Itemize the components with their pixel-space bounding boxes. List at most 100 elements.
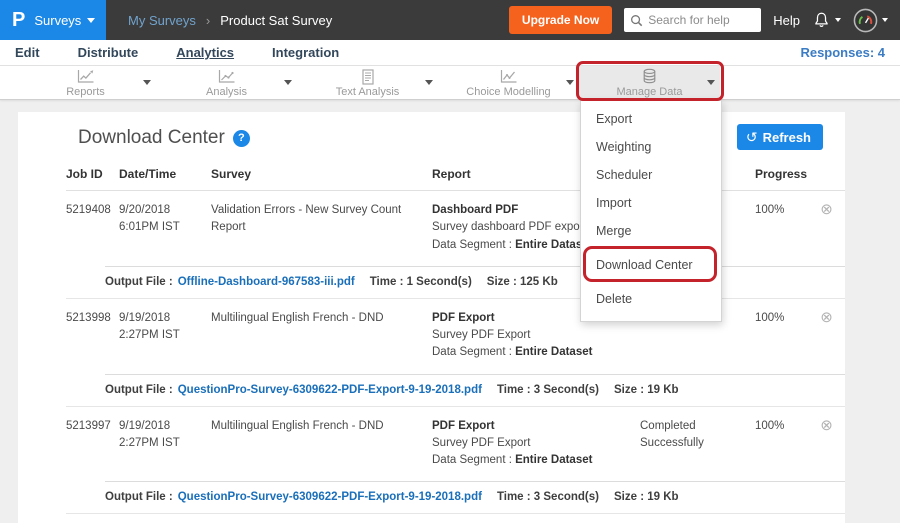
line-chart-icon [76, 69, 96, 85]
output-file-label: Output File : [105, 384, 173, 396]
document-chart-icon [360, 69, 376, 85]
output-file-link[interactable]: Offline-Dashboard-967583-iii.pdf [178, 276, 355, 288]
table-row-3: 5213997 9/19/2018 2:27PM IST Multilingua… [66, 407, 845, 515]
table-row-1: 5219408 9/20/2018 6:01PM IST Validation … [66, 191, 845, 299]
cell-progress: 100% [755, 202, 808, 254]
chevron-down-icon [425, 80, 433, 85]
tab-analytics[interactable]: Analytics [176, 45, 234, 60]
breadcrumb-my-surveys[interactable]: My Surveys [128, 13, 196, 28]
tab-integration[interactable]: Integration [272, 45, 339, 60]
report-desc: Survey PDF Export [432, 435, 630, 452]
chevron-down-icon [87, 18, 95, 23]
search-icon [630, 14, 643, 27]
cancel-job-icon[interactable]: ⊗ [820, 310, 833, 362]
page-title: Download Center ? [78, 127, 250, 149]
output-file-label: Output File : [105, 276, 173, 288]
col-date-time: Date/Time [119, 167, 211, 181]
surveys-menu-label: Surveys [34, 13, 81, 28]
cancel-job-icon[interactable]: ⊗ [820, 202, 833, 254]
responses-count[interactable]: Responses: 4 [800, 45, 885, 60]
cell-job-id: 5213997 [66, 418, 119, 470]
cell-report: PDF Export Survey PDF Export Data Segmen… [432, 418, 640, 470]
refresh-button[interactable]: ↺ Refresh [737, 124, 823, 150]
report-segment: Data Segment : Entire Dataset [432, 344, 630, 361]
chevron-down-icon [566, 80, 574, 85]
brand-area: P Surveys [0, 0, 106, 40]
cell-job-id: 5219408 [66, 202, 119, 254]
toolbar-label: Analysis [206, 86, 247, 98]
toolbar-text-analysis[interactable]: Text Analysis [297, 66, 438, 100]
help-link[interactable]: Help [773, 13, 800, 28]
table-row-2: 5213998 9/19/2018 2:27PM IST Multilingua… [66, 299, 845, 407]
app-screen: P Surveys My Surveys › Product Sat Surve… [0, 0, 900, 523]
scatter-chart-icon [217, 69, 237, 85]
tab-edit[interactable]: Edit [15, 45, 40, 60]
cell-job-id: 5213998 [66, 310, 119, 362]
job-row: 5219408 9/20/2018 6:01PM IST Validation … [66, 191, 845, 266]
cell-date-time: 9/19/2018 2:27PM IST [119, 310, 211, 362]
breadcrumb-current-survey: Product Sat Survey [220, 13, 332, 28]
breadcrumb: My Surveys › Product Sat Survey [128, 13, 332, 28]
output-size: Size : 125 Kb [487, 276, 558, 288]
toolbar-label: Reports [66, 86, 105, 98]
header-actions: Upgrade Now Help [509, 6, 900, 34]
menu-item-weighting[interactable]: Weighting [581, 133, 721, 161]
toolbar-choice-modelling[interactable]: Choice Modelling [438, 66, 579, 100]
search-input[interactable] [648, 13, 753, 27]
toolbar-label: Manage Data [616, 86, 682, 98]
cell-progress: 100% [755, 418, 808, 470]
account-menu[interactable] [853, 8, 888, 33]
output-size: Size : 19 Kb [614, 384, 679, 396]
chevron-down-icon [707, 80, 715, 85]
menu-item-scheduler[interactable]: Scheduler [581, 161, 721, 189]
output-file-label: Output File : [105, 491, 173, 503]
refresh-icon: ↺ [746, 129, 758, 146]
toolbar-analysis[interactable]: Analysis [156, 66, 297, 100]
menu-item-merge[interactable]: Merge [581, 217, 721, 245]
help-search-box [624, 8, 761, 32]
page-title-text: Download Center [78, 127, 225, 149]
output-time: Time : 1 Second(s) [370, 276, 472, 288]
table-header-row: Job ID Date/Time Survey Report Progress [66, 160, 845, 191]
col-survey: Survey [211, 167, 432, 181]
top-header-bar: P Surveys My Surveys › Product Sat Surve… [0, 0, 900, 40]
output-file-row: Output File : QuestionPro-Survey-6309622… [105, 374, 845, 406]
breadcrumb-separator: › [206, 13, 210, 28]
menu-item-export[interactable]: Export [581, 105, 721, 133]
surveys-menu[interactable]: Surveys [34, 13, 95, 28]
chevron-down-icon [284, 80, 292, 85]
table-row-4: 5213994 9/19/2018 2:26PM IST Multilingua… [66, 514, 845, 523]
notifications-button[interactable] [812, 10, 841, 30]
analytics-toolbar: Reports Analysis [0, 66, 900, 100]
menu-item-delete[interactable]: Delete [581, 285, 721, 313]
manage-data-dropdown: Export Weighting Scheduler Import Merge … [580, 100, 722, 322]
cell-survey: Multilingual English French - DND [211, 310, 432, 362]
output-file-link[interactable]: QuestionPro-Survey-6309622-PDF-Export-9-… [178, 384, 482, 396]
database-icon [641, 69, 658, 85]
job-row: 5213998 9/19/2018 2:27PM IST Multilingua… [66, 299, 845, 374]
refresh-label: Refresh [763, 130, 811, 145]
toolbar-manage-data[interactable]: Manage Data [579, 66, 720, 100]
segment-label: Data Segment : [432, 454, 512, 466]
toolbar-label: Text Analysis [336, 86, 400, 98]
segment-label: Data Segment : [432, 346, 512, 358]
segment-label: Data Segment : [432, 239, 512, 251]
help-question-icon[interactable]: ? [233, 130, 250, 147]
chevron-down-icon [882, 18, 888, 22]
menu-item-import[interactable]: Import [581, 189, 721, 217]
toolbar-reports[interactable]: Reports [15, 66, 156, 100]
menu-item-download-center[interactable]: Download Center [581, 251, 721, 279]
output-file-row: Output File : Offline-Dashboard-967583-i… [105, 266, 845, 298]
col-job-id: Job ID [66, 167, 119, 181]
output-file-link[interactable]: QuestionPro-Survey-6309622-PDF-Export-9-… [178, 491, 482, 503]
cell-progress: 100% [755, 310, 808, 362]
report-segment: Data Segment : Entire Dataset [432, 452, 630, 469]
col-actions [808, 167, 845, 181]
col-progress: Progress [755, 167, 808, 181]
questionpro-logo: P [12, 10, 25, 30]
bell-icon [812, 10, 831, 30]
cell-date-time: 9/20/2018 6:01PM IST [119, 202, 211, 254]
cancel-job-icon[interactable]: ⊗ [820, 418, 833, 470]
upgrade-now-button[interactable]: Upgrade Now [509, 6, 612, 34]
tab-distribute[interactable]: Distribute [78, 45, 139, 60]
